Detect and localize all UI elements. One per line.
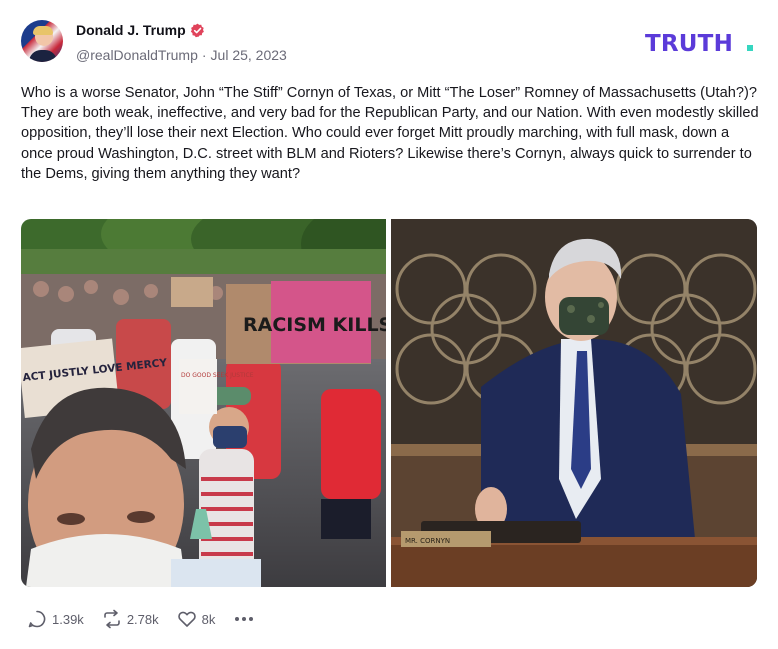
like-button[interactable]: 8k (177, 609, 216, 629)
sign-racism-kills: RACISM KILLS (243, 314, 386, 336)
retruth-button[interactable]: 2.78k (102, 609, 159, 629)
retruth-count: 2.78k (126, 611, 159, 627)
post-actions: 1.39k 2.78k 8k (27, 609, 256, 629)
avatar-hair (33, 26, 53, 35)
reply-count: 1.39k (52, 611, 84, 627)
reply-icon (28, 610, 46, 628)
retruth-icon (104, 609, 120, 629)
like-count: 8k (201, 611, 216, 627)
meta-separator: · (201, 47, 207, 63)
author-meta: @realDonaldTrump · Jul 25, 2023 (76, 47, 287, 63)
heart-icon (177, 611, 196, 627)
truth-social-logo[interactable]: TRUTH (645, 30, 759, 54)
avatar-suit (29, 50, 57, 62)
author-handle[interactable]: @realDonaldTrump (76, 47, 198, 63)
verified-badge-icon (190, 23, 204, 38)
author-avatar[interactable] (21, 20, 63, 62)
truth-post: Donald J. Trump @realDonaldTrump · Jul 25,… (0, 0, 778, 649)
post-date[interactable]: Jul 25, 2023 (211, 47, 287, 63)
desk-nameplate: MR. CORNYN (405, 537, 450, 545)
senate-chamber-photo[interactable]: MR. CORNYN (391, 219, 757, 587)
sign-do-good: DO GOOD SEEK JUSTICE (181, 372, 254, 379)
more-icon-dot (242, 617, 247, 621)
more-icon-dot (249, 617, 254, 621)
logo-dot (747, 45, 753, 51)
author-display-name[interactable]: Donald J. Trump (76, 22, 186, 38)
more-options-button[interactable] (235, 617, 256, 621)
protest-march-photo[interactable]: RACISM KILLS ACT JUSTLY LOVE MERCY DO GO… (21, 219, 386, 587)
post-text: Who is a worse Senator, John “The Stiff”… (21, 85, 759, 182)
logo-text: TRUTH (645, 31, 733, 54)
more-icon (235, 617, 240, 621)
reply-button[interactable]: 1.39k (27, 609, 84, 629)
